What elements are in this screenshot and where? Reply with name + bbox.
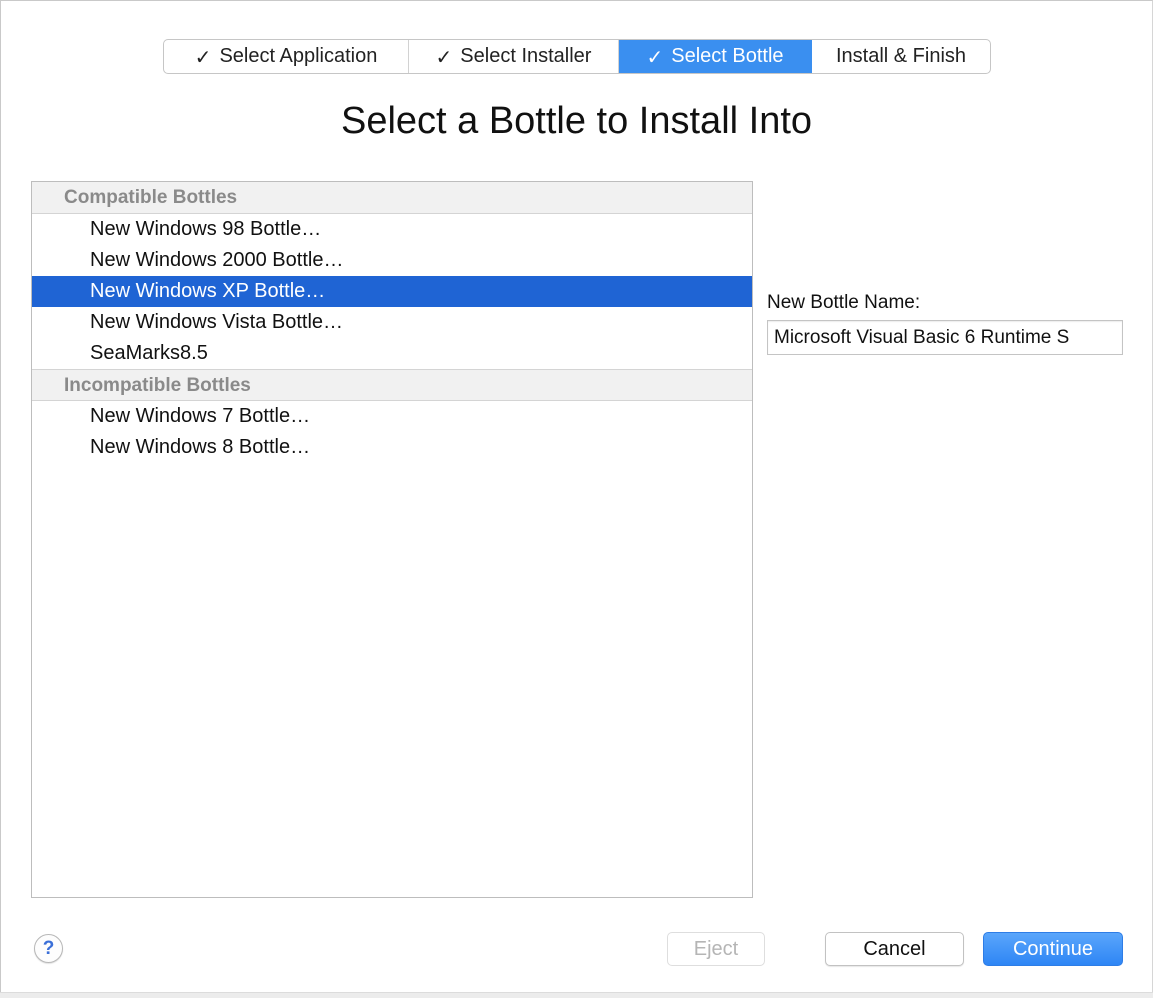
checkmark-icon: ✓ [435,44,453,69]
step-label: Select Application [219,45,378,67]
bottle-list[interactable]: Compatible Bottles New Windows 98 Bottle… [31,181,753,898]
step-label: Select Installer [460,45,592,67]
list-item[interactable]: SeaMarks8.5 [32,338,752,369]
list-item[interactable]: New Windows 2000 Bottle… [32,245,752,276]
window-bottom-edge [0,992,1153,998]
step-select-installer: ✓ Select Installer [409,40,619,73]
group-header-incompatible: Incompatible Bottles [32,369,752,401]
list-item[interactable]: New Windows 98 Bottle… [32,214,752,245]
step-label: Install & Finish [835,45,967,67]
step-label: Select Bottle [671,45,784,67]
new-bottle-name-label: New Bottle Name: [767,292,921,313]
cancel-button[interactable]: Cancel [825,932,964,966]
checkmark-icon: ✓ [194,44,212,69]
continue-button[interactable]: Continue [983,932,1123,966]
help-button[interactable]: ? [34,934,63,963]
step-install-finish: Install & Finish [812,40,990,73]
step-indicator: ✓ Select Application ✓ Select Installer … [163,39,991,74]
step-select-bottle: ✓ Select Bottle [619,40,812,73]
group-header-compatible: Compatible Bottles [32,182,752,214]
checkmark-icon: ✓ [646,44,664,69]
new-bottle-name-field[interactable] [767,320,1123,355]
list-item[interactable]: New Windows 7 Bottle… [32,401,752,432]
step-select-application: ✓ Select Application [164,40,409,73]
page-title: Select a Bottle to Install Into [340,100,813,142]
list-item-selected[interactable]: New Windows XP Bottle… [32,276,752,307]
list-item[interactable]: New Windows Vista Bottle… [32,307,752,338]
list-item[interactable]: New Windows 8 Bottle… [32,432,752,463]
eject-button[interactable]: Eject [667,932,765,966]
